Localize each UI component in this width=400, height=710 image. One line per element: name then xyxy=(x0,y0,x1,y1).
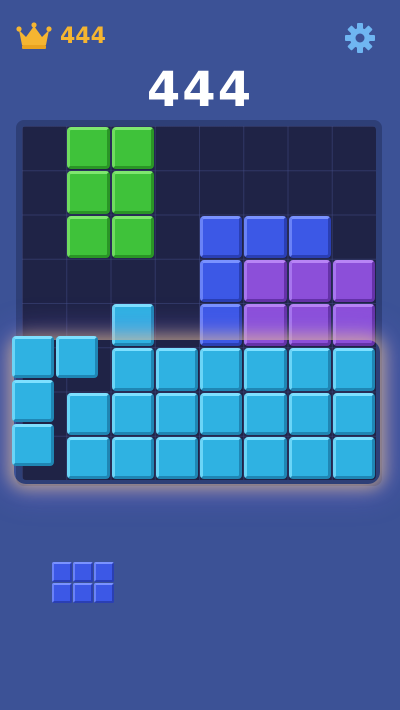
board-cell-cyan xyxy=(67,392,110,435)
top-bar: 444 xyxy=(0,0,400,70)
board-cell-purple xyxy=(288,259,331,302)
dragging-piece-cell[interactable] xyxy=(56,336,98,378)
board-cell-cyan xyxy=(332,348,375,391)
board-cell-cyan xyxy=(67,436,110,479)
board-cell-purple xyxy=(244,259,287,302)
tray-piece-cell xyxy=(73,583,93,603)
board-cell-blue xyxy=(244,215,287,258)
board-cell-cyan xyxy=(244,392,287,435)
tray-piece[interactable] xyxy=(52,562,114,604)
board-cell-cyan xyxy=(288,436,331,479)
board-cell-green xyxy=(67,171,110,214)
board-cell-cyan xyxy=(332,392,375,435)
gear-icon[interactable] xyxy=(344,22,376,54)
board-cell-green xyxy=(111,127,154,170)
board-cell-purple xyxy=(332,304,375,347)
board-cell-green xyxy=(67,215,110,258)
dragging-piece-cell[interactable] xyxy=(12,424,54,466)
board-cell-cyan xyxy=(155,348,198,391)
tray-piece-cell xyxy=(94,583,114,603)
board-cell-cyan xyxy=(200,348,243,391)
best-score: 444 xyxy=(60,24,106,49)
current-score: 444 xyxy=(146,62,254,118)
board-cell-cyan xyxy=(244,348,287,391)
board-cell-cyan xyxy=(111,348,154,391)
board-cell-green xyxy=(111,215,154,258)
board-cell-blue xyxy=(200,215,243,258)
board-cell-cyan xyxy=(288,392,331,435)
dragging-piece-cell[interactable] xyxy=(12,380,54,422)
tray-piece-cell xyxy=(52,562,72,582)
board-cell-cyan xyxy=(288,348,331,391)
board-cell-cyan xyxy=(244,436,287,479)
board-cell-purple xyxy=(332,259,375,302)
tray-piece-cell xyxy=(73,562,93,582)
board-cell-cyan xyxy=(200,436,243,479)
tray-piece-cell xyxy=(52,583,72,603)
board-cell-cyan xyxy=(111,304,154,347)
board-cell-purple xyxy=(288,304,331,347)
board-cell-cyan xyxy=(111,392,154,435)
board-cell-cyan xyxy=(332,436,375,479)
board-cell-green xyxy=(111,171,154,214)
board-cell-cyan xyxy=(200,392,243,435)
board-cell-blue xyxy=(200,304,243,347)
game-board[interactable] xyxy=(22,126,376,480)
dragging-piece-cell[interactable] xyxy=(12,336,54,378)
board-cell-cyan xyxy=(155,392,198,435)
board-cell-purple xyxy=(244,304,287,347)
board-cell-blue xyxy=(288,215,331,258)
crown-icon xyxy=(16,22,52,49)
board-cell-green xyxy=(67,127,110,170)
board-cell-blue xyxy=(200,259,243,302)
tray-piece-cell xyxy=(94,562,114,582)
board-cell-cyan xyxy=(155,436,198,479)
board-cell-cyan xyxy=(111,436,154,479)
